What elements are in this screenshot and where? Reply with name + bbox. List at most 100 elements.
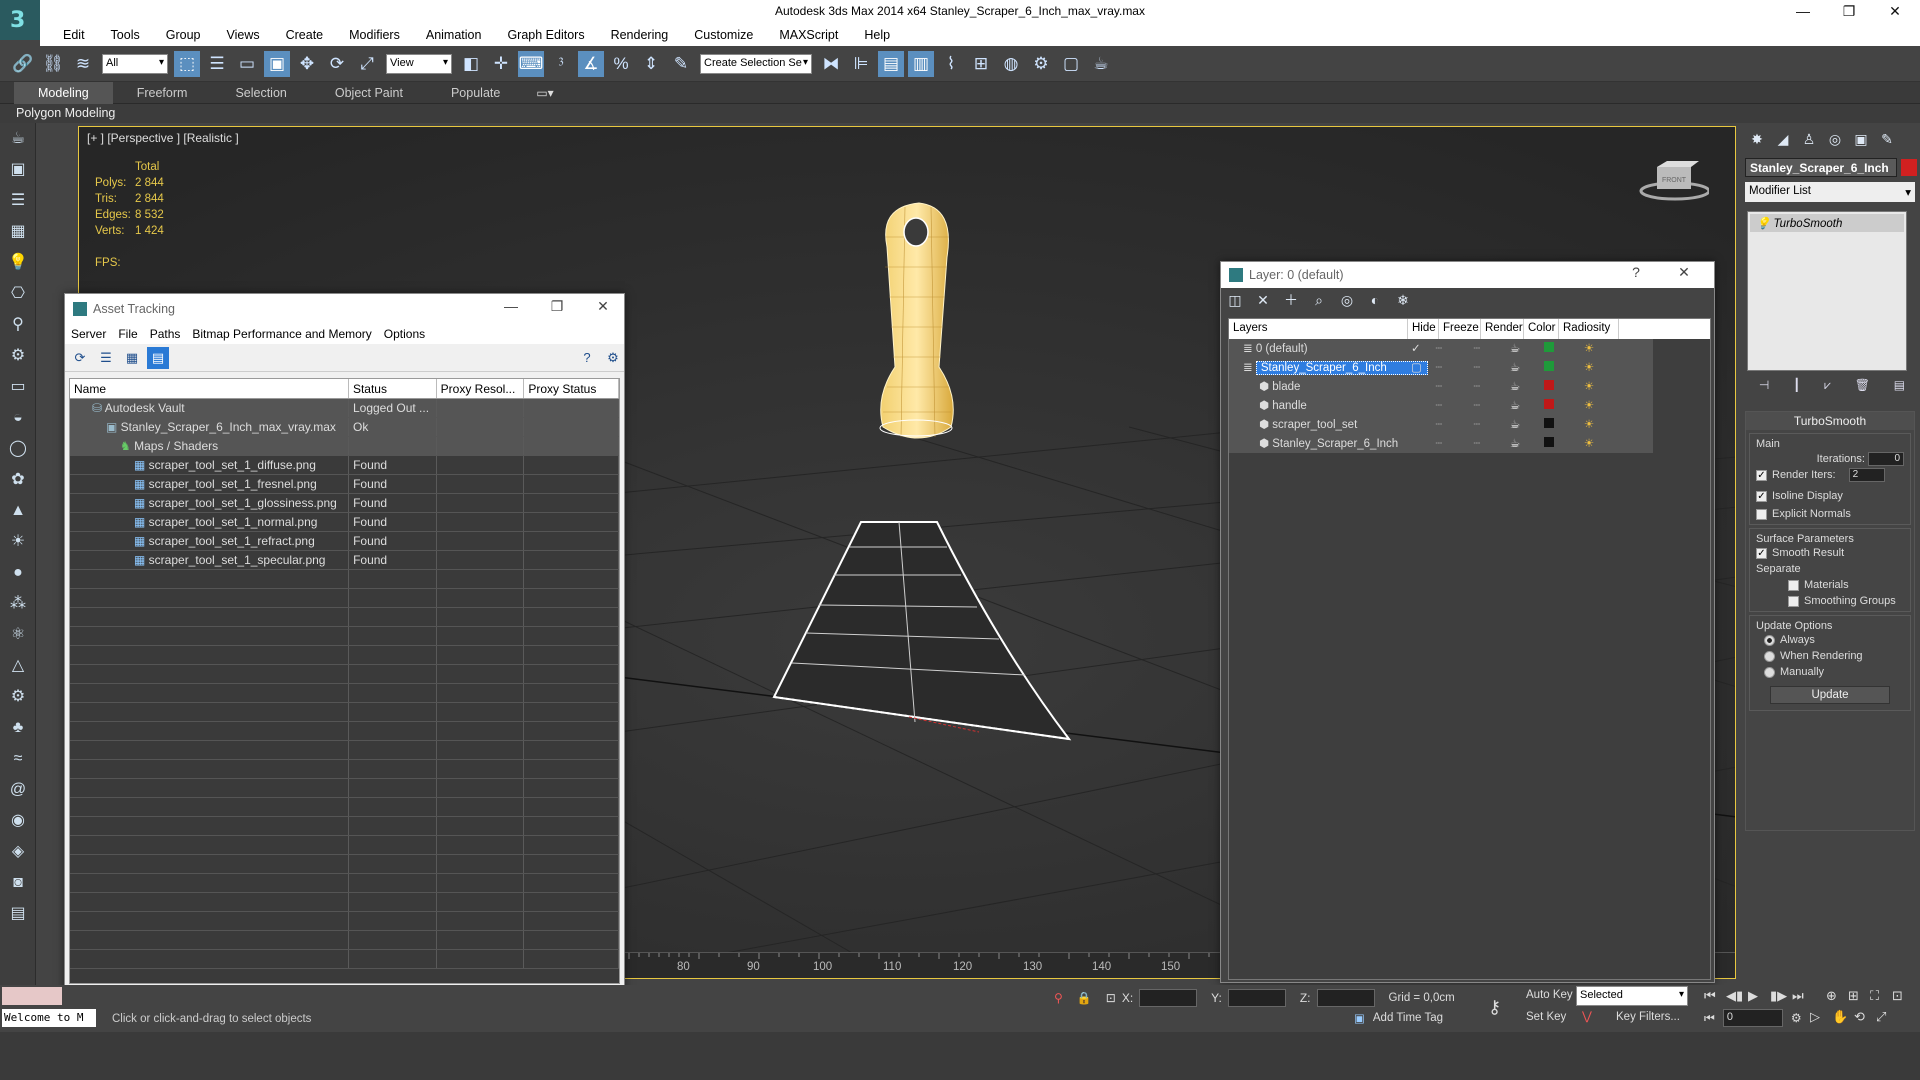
create-layer-icon[interactable]: ◫	[1221, 292, 1249, 309]
rendered-frame-icon[interactable]: ▢	[1058, 51, 1084, 77]
table-row[interactable]: ⛁ Autodesk Vault Logged Out ...	[70, 399, 619, 418]
layer-titlebar[interactable]: Layer: 0 (default) ? ✕	[1221, 262, 1714, 288]
spinner-snap-icon[interactable]: ⇕	[638, 51, 664, 77]
layer-color-cell[interactable]	[1534, 358, 1564, 377]
create-tab-icon[interactable]: ✸	[1744, 127, 1770, 151]
asset-maximize-button[interactable]: ❐	[542, 298, 572, 315]
viewcube-icon[interactable]: FRONT	[1639, 157, 1709, 201]
material-icon[interactable]: ◈	[0, 836, 36, 867]
render-toggle-icon[interactable]: ☕	[1496, 358, 1534, 377]
keyboard-shortcut-icon[interactable]: ⌨	[518, 50, 544, 77]
sphere-icon[interactable]: ●	[0, 557, 36, 588]
col-name[interactable]: Name	[70, 379, 349, 398]
asset-menu-bitmap[interactable]: Bitmap Performance and Memory	[186, 324, 377, 344]
layer-manager-icon[interactable]: ▤	[878, 50, 904, 77]
freeze-all-icon[interactable]: ❄	[1389, 292, 1417, 309]
gear-icon[interactable]: ⚙	[0, 681, 36, 712]
object-color-swatch[interactable]	[1901, 159, 1917, 176]
align-icon[interactable]: ⊫	[848, 51, 874, 77]
smooth-result-checkbox[interactable]: ✓	[1756, 547, 1767, 559]
rotate-icon[interactable]: ⟳	[324, 51, 350, 77]
layer-color-swatch[interactable]	[1544, 398, 1554, 409]
layer-color-swatch[interactable]	[1544, 417, 1554, 428]
layer-row[interactable]: ⬢ handle ┄ ┄ ☕ ☀	[1229, 396, 1653, 415]
layer-freeze-toggle[interactable]: ┄	[1458, 415, 1496, 434]
table-row[interactable]: ▦ scraper_tool_set_1_refract.png Found	[70, 532, 619, 551]
layer-freeze-toggle[interactable]: ┄	[1458, 434, 1496, 453]
menu-rendering[interactable]: Rendering	[598, 24, 682, 46]
play-icon[interactable]: ▶	[1748, 988, 1770, 1004]
layer-status-cell[interactable]	[1408, 434, 1420, 453]
menu-views[interactable]: Views	[213, 24, 272, 46]
modifier-list-dropdown[interactable]: Modifier List ▾	[1745, 182, 1915, 202]
asset-menu-server[interactable]: Server	[65, 324, 112, 344]
list-icon[interactable]: ☰	[0, 185, 36, 216]
col-freeze[interactable]: Freeze	[1439, 319, 1481, 339]
layer-color-swatch[interactable]	[1544, 341, 1554, 352]
tab-selection[interactable]: Selection	[211, 82, 310, 104]
goto-start-icon[interactable]: ⏮	[1704, 988, 1726, 1004]
layer-row[interactable]: ⬢ scraper_tool_set ┄ ┄ ☕ ☀	[1229, 415, 1653, 434]
isoline-checkbox[interactable]: ✓	[1756, 490, 1767, 502]
table-row[interactable]: ♞ Maps / Shaders	[70, 437, 619, 456]
table-row[interactable]: ▦ scraper_tool_set_1_normal.png Found	[70, 513, 619, 532]
menu-modifiers[interactable]: Modifiers	[336, 24, 413, 46]
auto-key-button[interactable]: Auto Key	[1526, 989, 1573, 1001]
motion-tab-icon[interactable]: ◎	[1822, 127, 1848, 151]
cone-icon[interactable]: ▲	[0, 495, 36, 526]
close-button[interactable]: ✕	[1872, 0, 1918, 24]
tab-object-paint[interactable]: Object Paint	[311, 82, 427, 104]
layer-name-cell[interactable]: ≣ Stanley_Scraper_6_Inch	[1229, 358, 1428, 377]
layer-row[interactable]: ⬢ blade ┄ ┄ ☕ ☀	[1229, 377, 1653, 396]
stack-item-turbosmooth[interactable]: 💡 TurboSmooth	[1750, 214, 1904, 232]
select-object-icon[interactable]: ⬚	[174, 50, 200, 77]
circle-icon[interactable]: ◯	[0, 433, 36, 464]
layer-status-cell[interactable]	[1408, 415, 1420, 434]
iterations-spinner[interactable]: 0	[1868, 452, 1904, 466]
zoom-extents-icon[interactable]: ⛶	[1870, 988, 1892, 1004]
app-logo-icon[interactable]: 3	[0, 0, 40, 40]
radiosity-toggle-icon[interactable]: ☀	[1564, 434, 1614, 453]
explicit-normals-checkbox[interactable]	[1756, 508, 1767, 520]
ribbon-options-icon[interactable]: ▭▾	[536, 86, 553, 100]
layer-row[interactable]: ≣ 0 (default) ✓ ┄ ┄ ☕ ☀	[1229, 339, 1653, 358]
window-crossing-icon[interactable]: ▣	[264, 50, 290, 77]
tab-modeling[interactable]: Modeling	[14, 81, 113, 104]
display-tab-icon[interactable]: ▣	[1848, 127, 1874, 151]
layer-status-cell[interactable]: ▢	[1408, 358, 1422, 377]
angle-snap-icon[interactable]: ∡	[578, 50, 604, 77]
render-toggle-icon[interactable]: ☕	[1496, 434, 1534, 453]
make-unique-icon[interactable]: ⩗	[1824, 378, 1831, 393]
table-row[interactable]: ▦ scraper_tool_set_1_fresnel.png Found	[70, 475, 619, 494]
rollout-title[interactable]: TurboSmooth	[1746, 412, 1914, 430]
col-color[interactable]: Color	[1524, 319, 1559, 339]
configure-sets-icon[interactable]: ▤	[1894, 378, 1905, 392]
select-by-name-icon[interactable]: ☰	[204, 51, 230, 77]
layer-name-cell[interactable]: ⬢ blade	[1229, 377, 1408, 396]
plane-icon[interactable]: ▭	[0, 371, 36, 402]
current-layer-check-icon[interactable]: ✓	[1408, 339, 1421, 358]
helper-icon[interactable]: ⚲	[0, 309, 36, 340]
material-editor-icon[interactable]: ◍	[998, 51, 1024, 77]
col-proxy-status[interactable]: Proxy Status	[524, 379, 619, 398]
layer-freeze-toggle[interactable]: ┄	[1458, 339, 1496, 358]
asset-close-button[interactable]: ✕	[588, 298, 618, 315]
layer-freeze-toggle[interactable]: ┄	[1458, 377, 1496, 396]
table-row[interactable]: ▦ scraper_tool_set_1_specular.png Found	[70, 551, 619, 570]
camera-icon[interactable]: ⎔	[0, 278, 36, 309]
maximize-button[interactable]: ❐	[1826, 0, 1872, 24]
layer-hide-toggle[interactable]: ┄	[1420, 396, 1458, 415]
col-hide[interactable]: Hide	[1408, 319, 1439, 339]
layer-hide-toggle[interactable]: ┄	[1420, 358, 1458, 377]
paint-icon[interactable]: ✿	[0, 464, 36, 495]
layer-help-button[interactable]: ?	[1621, 264, 1651, 280]
named-selection-dropdown[interactable]: Create Selection Se	[700, 53, 812, 74]
move-icon[interactable]: ✥	[294, 51, 320, 77]
menu-create[interactable]: Create	[273, 24, 337, 46]
col-render[interactable]: Render	[1481, 319, 1524, 339]
menu-edit[interactable]: Edit	[50, 24, 98, 46]
utilities-tab-icon[interactable]: ✎	[1874, 127, 1900, 151]
lock-icon[interactable]: 🔒	[1077, 991, 1092, 1005]
plant-icon[interactable]: ♣	[0, 712, 36, 743]
time-config-icon[interactable]: ⚙	[1791, 1011, 1802, 1025]
